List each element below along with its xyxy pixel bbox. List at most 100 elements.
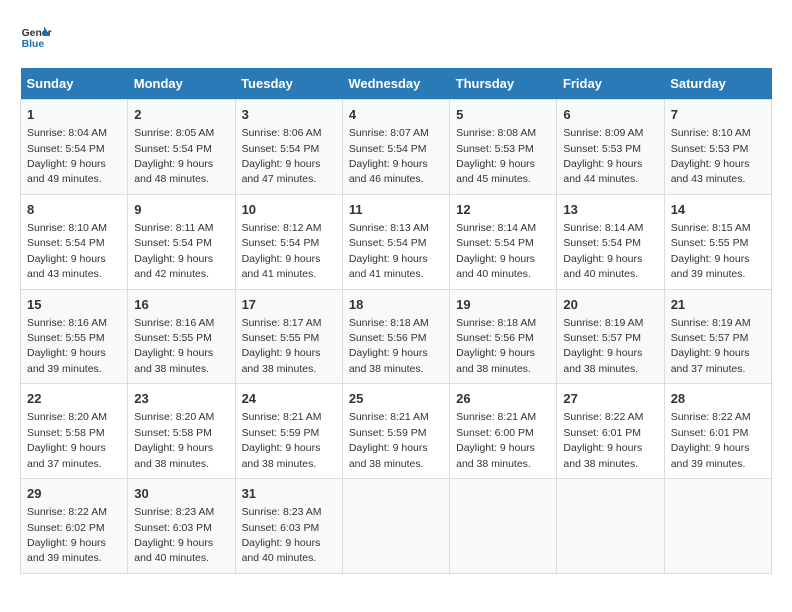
day-info: Sunrise: 8:23 AMSunset: 6:03 PMDaylight:… <box>134 506 214 564</box>
day-info: Sunrise: 8:07 AMSunset: 5:54 PMDaylight:… <box>349 127 429 185</box>
calendar-cell: 12 Sunrise: 8:14 AMSunset: 5:54 PMDaylig… <box>450 194 557 289</box>
calendar-cell: 15 Sunrise: 8:16 AMSunset: 5:55 PMDaylig… <box>21 289 128 384</box>
day-info: Sunrise: 8:22 AMSunset: 6:01 PMDaylight:… <box>671 411 751 469</box>
day-info: Sunrise: 8:12 AMSunset: 5:54 PMDaylight:… <box>242 222 322 280</box>
day-number: 10 <box>242 201 336 219</box>
day-of-week-header: Thursday <box>450 68 557 100</box>
day-info: Sunrise: 8:19 AMSunset: 5:57 PMDaylight:… <box>563 317 643 375</box>
day-info: Sunrise: 8:14 AMSunset: 5:54 PMDaylight:… <box>456 222 536 280</box>
calendar-cell: 29 Sunrise: 8:22 AMSunset: 6:02 PMDaylig… <box>21 479 128 574</box>
day-of-week-header: Sunday <box>21 68 128 100</box>
calendar-cell: 11 Sunrise: 8:13 AMSunset: 5:54 PMDaylig… <box>342 194 449 289</box>
day-info: Sunrise: 8:20 AMSunset: 5:58 PMDaylight:… <box>134 411 214 469</box>
calendar-body: 1 Sunrise: 8:04 AMSunset: 5:54 PMDayligh… <box>21 100 772 574</box>
calendar-cell: 10 Sunrise: 8:12 AMSunset: 5:54 PMDaylig… <box>235 194 342 289</box>
day-number: 27 <box>563 390 657 408</box>
calendar-cell: 17 Sunrise: 8:17 AMSunset: 5:55 PMDaylig… <box>235 289 342 384</box>
day-number: 8 <box>27 201 121 219</box>
calendar-cell: 26 Sunrise: 8:21 AMSunset: 6:00 PMDaylig… <box>450 384 557 479</box>
day-info: Sunrise: 8:08 AMSunset: 5:53 PMDaylight:… <box>456 127 536 185</box>
day-info: Sunrise: 8:16 AMSunset: 5:55 PMDaylight:… <box>27 317 107 375</box>
calendar-week-row: 29 Sunrise: 8:22 AMSunset: 6:02 PMDaylig… <box>21 479 772 574</box>
day-number: 9 <box>134 201 228 219</box>
day-number: 23 <box>134 390 228 408</box>
day-number: 7 <box>671 106 765 124</box>
calendar-cell: 9 Sunrise: 8:11 AMSunset: 5:54 PMDayligh… <box>128 194 235 289</box>
day-number: 2 <box>134 106 228 124</box>
day-info: Sunrise: 8:22 AMSunset: 6:02 PMDaylight:… <box>27 506 107 564</box>
day-number: 28 <box>671 390 765 408</box>
calendar-cell: 25 Sunrise: 8:21 AMSunset: 5:59 PMDaylig… <box>342 384 449 479</box>
calendar-week-row: 15 Sunrise: 8:16 AMSunset: 5:55 PMDaylig… <box>21 289 772 384</box>
calendar-cell: 14 Sunrise: 8:15 AMSunset: 5:55 PMDaylig… <box>664 194 771 289</box>
day-number: 21 <box>671 296 765 314</box>
day-number: 14 <box>671 201 765 219</box>
day-info: Sunrise: 8:21 AMSunset: 5:59 PMDaylight:… <box>349 411 429 469</box>
day-of-week-header: Monday <box>128 68 235 100</box>
calendar-cell: 30 Sunrise: 8:23 AMSunset: 6:03 PMDaylig… <box>128 479 235 574</box>
calendar-cell: 7 Sunrise: 8:10 AMSunset: 5:53 PMDayligh… <box>664 100 771 195</box>
calendar-cell: 1 Sunrise: 8:04 AMSunset: 5:54 PMDayligh… <box>21 100 128 195</box>
calendar-cell: 24 Sunrise: 8:21 AMSunset: 5:59 PMDaylig… <box>235 384 342 479</box>
calendar-cell: 3 Sunrise: 8:06 AMSunset: 5:54 PMDayligh… <box>235 100 342 195</box>
day-info: Sunrise: 8:10 AMSunset: 5:53 PMDaylight:… <box>671 127 751 185</box>
calendar-cell: 23 Sunrise: 8:20 AMSunset: 5:58 PMDaylig… <box>128 384 235 479</box>
day-info: Sunrise: 8:06 AMSunset: 5:54 PMDaylight:… <box>242 127 322 185</box>
day-info: Sunrise: 8:11 AMSunset: 5:54 PMDaylight:… <box>134 222 213 280</box>
svg-text:Blue: Blue <box>22 39 45 50</box>
day-number: 4 <box>349 106 443 124</box>
day-number: 12 <box>456 201 550 219</box>
calendar-cell <box>342 479 449 574</box>
day-info: Sunrise: 8:15 AMSunset: 5:55 PMDaylight:… <box>671 222 751 280</box>
day-number: 16 <box>134 296 228 314</box>
day-number: 15 <box>27 296 121 314</box>
calendar-cell: 19 Sunrise: 8:18 AMSunset: 5:56 PMDaylig… <box>450 289 557 384</box>
day-number: 20 <box>563 296 657 314</box>
day-info: Sunrise: 8:22 AMSunset: 6:01 PMDaylight:… <box>563 411 643 469</box>
calendar-cell: 18 Sunrise: 8:18 AMSunset: 5:56 PMDaylig… <box>342 289 449 384</box>
day-info: Sunrise: 8:18 AMSunset: 5:56 PMDaylight:… <box>349 317 429 375</box>
day-info: Sunrise: 8:19 AMSunset: 5:57 PMDaylight:… <box>671 317 751 375</box>
day-info: Sunrise: 8:17 AMSunset: 5:55 PMDaylight:… <box>242 317 322 375</box>
day-number: 5 <box>456 106 550 124</box>
day-number: 31 <box>242 485 336 503</box>
day-number: 19 <box>456 296 550 314</box>
day-info: Sunrise: 8:16 AMSunset: 5:55 PMDaylight:… <box>134 317 214 375</box>
day-number: 26 <box>456 390 550 408</box>
day-number: 30 <box>134 485 228 503</box>
calendar-week-row: 1 Sunrise: 8:04 AMSunset: 5:54 PMDayligh… <box>21 100 772 195</box>
day-number: 1 <box>27 106 121 124</box>
day-info: Sunrise: 8:20 AMSunset: 5:58 PMDaylight:… <box>27 411 107 469</box>
day-number: 13 <box>563 201 657 219</box>
calendar-cell <box>664 479 771 574</box>
day-info: Sunrise: 8:14 AMSunset: 5:54 PMDaylight:… <box>563 222 643 280</box>
calendar-cell: 8 Sunrise: 8:10 AMSunset: 5:54 PMDayligh… <box>21 194 128 289</box>
day-number: 18 <box>349 296 443 314</box>
day-number: 3 <box>242 106 336 124</box>
day-info: Sunrise: 8:21 AMSunset: 5:59 PMDaylight:… <box>242 411 322 469</box>
calendar-cell: 6 Sunrise: 8:09 AMSunset: 5:53 PMDayligh… <box>557 100 664 195</box>
day-number: 6 <box>563 106 657 124</box>
day-info: Sunrise: 8:05 AMSunset: 5:54 PMDaylight:… <box>134 127 214 185</box>
header: General Blue <box>20 20 772 52</box>
logo-icon: General Blue <box>20 20 52 52</box>
calendar-cell: 28 Sunrise: 8:22 AMSunset: 6:01 PMDaylig… <box>664 384 771 479</box>
calendar-cell: 2 Sunrise: 8:05 AMSunset: 5:54 PMDayligh… <box>128 100 235 195</box>
day-info: Sunrise: 8:09 AMSunset: 5:53 PMDaylight:… <box>563 127 643 185</box>
day-info: Sunrise: 8:18 AMSunset: 5:56 PMDaylight:… <box>456 317 536 375</box>
calendar-header-row: SundayMondayTuesdayWednesdayThursdayFrid… <box>21 68 772 100</box>
day-number: 17 <box>242 296 336 314</box>
day-info: Sunrise: 8:10 AMSunset: 5:54 PMDaylight:… <box>27 222 107 280</box>
day-number: 11 <box>349 201 443 219</box>
logo: General Blue <box>20 20 52 52</box>
calendar-table: SundayMondayTuesdayWednesdayThursdayFrid… <box>20 68 772 574</box>
day-info: Sunrise: 8:04 AMSunset: 5:54 PMDaylight:… <box>27 127 107 185</box>
calendar-cell <box>450 479 557 574</box>
day-of-week-header: Friday <box>557 68 664 100</box>
calendar-cell <box>557 479 664 574</box>
calendar-week-row: 8 Sunrise: 8:10 AMSunset: 5:54 PMDayligh… <box>21 194 772 289</box>
day-of-week-header: Saturday <box>664 68 771 100</box>
calendar-cell: 5 Sunrise: 8:08 AMSunset: 5:53 PMDayligh… <box>450 100 557 195</box>
day-number: 24 <box>242 390 336 408</box>
calendar-cell: 20 Sunrise: 8:19 AMSunset: 5:57 PMDaylig… <box>557 289 664 384</box>
